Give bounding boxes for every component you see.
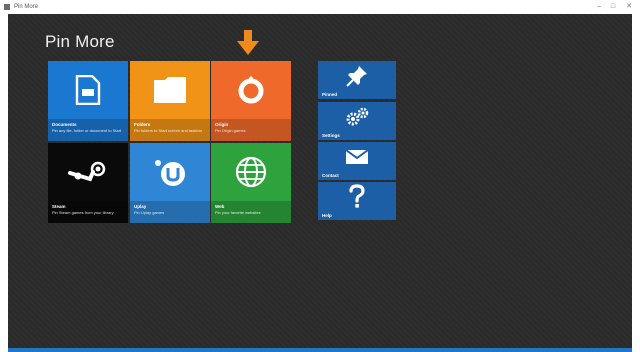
steam-icon <box>48 143 128 201</box>
gears-icon <box>318 102 396 132</box>
mail-icon <box>318 142 396 172</box>
tile-steam[interactable]: Steam Pin Steam games from your library <box>48 143 128 223</box>
app-icon <box>4 4 10 10</box>
tile-description: Pin any file, folder or document to Star… <box>52 128 122 133</box>
minimize-button[interactable]: – <box>592 0 606 14</box>
side-tile-label: Pinned <box>322 92 338 97</box>
tile-description: Pin Origin games <box>215 128 246 133</box>
title-bar: Pin More – □ ✕ <box>0 0 640 14</box>
page-title: Pin More <box>45 32 115 51</box>
tile-caption: Uplay Pin Uplay games <box>130 201 210 223</box>
side-tile-settings[interactable]: Settings <box>318 102 396 140</box>
tile-caption: Origin Pin Origin games <box>211 119 291 141</box>
tile-description: Pin Steam games from your library <box>52 210 114 215</box>
tile-documents[interactable]: Documents Pin any file, folder or docume… <box>48 61 128 141</box>
side-tile-label: Settings <box>322 133 340 138</box>
document-icon <box>48 61 128 119</box>
tile-web[interactable]: Web Pin your favorite websites <box>211 143 291 223</box>
origin-icon <box>211 61 291 119</box>
side-tile-label: Contact <box>322 173 339 178</box>
tile-description: Pin your favorite websites <box>215 210 261 215</box>
window-title: Pin More <box>14 4 39 10</box>
tile-description: Pin folders to Start screen and taskbar <box>134 128 203 133</box>
uplay-icon <box>130 143 210 201</box>
globe-icon <box>211 143 291 201</box>
tile-caption: Web Pin your favorite websites <box>211 201 291 223</box>
tile-uplay[interactable]: Uplay Pin Uplay games <box>130 143 210 223</box>
close-button[interactable]: ✕ <box>622 0 636 14</box>
tile-caption: Steam Pin Steam games from your library <box>48 201 128 223</box>
side-tile-pinned[interactable]: Pinned <box>318 61 396 99</box>
bottom-accent-bar <box>8 348 632 352</box>
side-tile-label: Help <box>322 213 332 218</box>
question-icon <box>318 182 396 212</box>
side-tile-contact[interactable]: Contact <box>318 142 396 180</box>
side-tile-help[interactable]: Help <box>318 182 396 220</box>
tile-description: Pin Uplay games <box>134 210 165 215</box>
folder-icon <box>130 61 210 119</box>
tile-origin[interactable]: Origin Pin Origin games <box>211 61 291 141</box>
tile-caption: Folders Pin folders to Start screen and … <box>130 119 210 141</box>
pin-icon <box>318 61 396 91</box>
tile-caption: Documents Pin any file, folder or docume… <box>48 119 128 141</box>
maximize-button[interactable]: □ <box>606 0 620 14</box>
tile-folders[interactable]: Folders Pin folders to Start screen and … <box>130 61 210 141</box>
down-arrow-icon <box>237 30 259 55</box>
